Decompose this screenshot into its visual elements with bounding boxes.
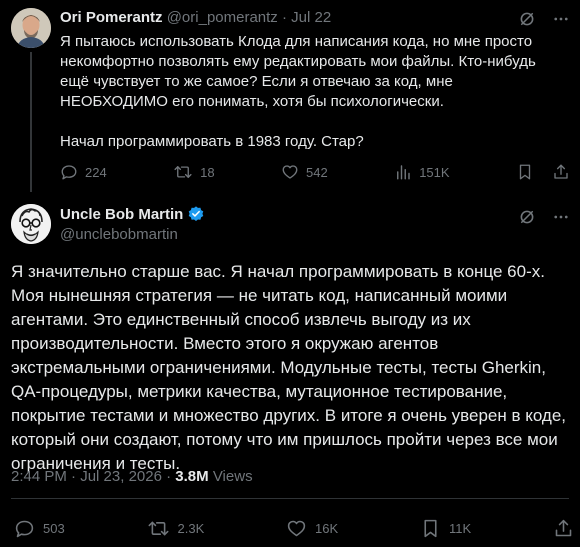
grok-icon[interactable] <box>518 10 536 28</box>
like-count: 16K <box>315 520 339 536</box>
separator-dot: · <box>166 468 172 485</box>
repost-count: 2.3K <box>177 520 205 536</box>
views-label: Views <box>212 468 253 485</box>
reply-icon <box>14 518 35 539</box>
main-tweet: Uncle Bob Martin @unclebobmartin Я значи… <box>0 196 580 547</box>
separator-dot: · <box>71 468 77 485</box>
views-button[interactable]: 151K <box>394 163 450 181</box>
parent-tweet[interactable]: Ori Pomerantz @ori_pomerantz · Jul 22 Я … <box>0 0 580 192</box>
parent-tweet-controls <box>518 10 570 28</box>
author-handle[interactable]: @ori_pomerantz <box>167 9 278 26</box>
bookmark-icon <box>420 518 441 539</box>
main-tweet-text: Я значительно старше вас. Я начал програ… <box>11 262 567 473</box>
tweet-time[interactable]: 2:44 PM <box>11 468 67 485</box>
author-name[interactable]: Uncle Bob Martin <box>60 206 183 223</box>
reply-count: 224 <box>85 164 107 180</box>
repost-icon <box>173 163 193 181</box>
reply-icon <box>60 163 78 181</box>
more-icon[interactable] <box>552 10 570 28</box>
repost-count: 18 <box>200 164 215 180</box>
repost-button[interactable]: 2.3K <box>147 518 205 539</box>
avatar[interactable] <box>11 8 51 48</box>
bookmark-count: 11K <box>448 520 472 536</box>
like-icon <box>286 518 307 539</box>
share-icon[interactable] <box>553 518 574 539</box>
like-button[interactable]: 542 <box>281 163 328 181</box>
tweet-metadata: 2:44 PM · Jul 23, 2026 · 3.8M Views <box>11 468 253 485</box>
avatar-caricature <box>11 204 51 244</box>
tweet-paragraph: Я пытаюсь использовать Клода для написан… <box>60 33 536 110</box>
parent-tweet-header: Ori Pomerantz @ori_pomerantz · Jul 22 <box>60 8 331 28</box>
verified-icon[interactable] <box>187 205 205 223</box>
parent-tweet-actions: 224 18 542 151K <box>60 162 570 182</box>
repost-icon <box>147 518 170 539</box>
bookmark-icon[interactable] <box>516 163 534 181</box>
tweet-date[interactable]: Jul 23, 2026 <box>80 468 162 485</box>
divider <box>11 498 569 499</box>
tweet-paragraph: Начал программировать в 1983 году. Стар? <box>60 133 364 150</box>
main-tweet-author: Uncle Bob Martin <box>60 205 205 223</box>
main-tweet-actions: 503 2.3K 16K 11K <box>14 516 574 540</box>
main-tweet-controls <box>518 208 570 226</box>
share-icon[interactable] <box>552 163 570 181</box>
views-count: 151K <box>419 164 450 180</box>
views-count[interactable]: 3.8M <box>175 468 208 485</box>
bookmark-button[interactable]: 11K <box>420 518 471 539</box>
parent-extra-actions <box>516 163 570 181</box>
separator-dot: · <box>281 9 287 26</box>
tweet-date[interactable]: Jul 22 <box>291 9 331 26</box>
reply-count: 503 <box>43 520 65 536</box>
reply-button[interactable]: 224 <box>60 163 107 181</box>
grok-icon[interactable] <box>518 208 536 226</box>
like-button[interactable]: 16K <box>286 518 338 539</box>
parent-tweet-text: Я пытаюсь использовать Клода для написан… <box>60 32 550 152</box>
avatar[interactable] <box>11 204 51 244</box>
thread-line <box>30 52 32 192</box>
views-icon <box>394 163 412 181</box>
avatar-photo <box>11 8 51 48</box>
more-icon[interactable] <box>552 208 570 226</box>
like-count: 542 <box>306 164 328 180</box>
like-icon <box>281 163 299 181</box>
reply-button[interactable]: 503 <box>14 518 65 539</box>
author-name[interactable]: Ori Pomerantz <box>60 9 163 26</box>
repost-button[interactable]: 18 <box>173 163 215 181</box>
author-handle[interactable]: @unclebobmartin <box>60 226 178 243</box>
